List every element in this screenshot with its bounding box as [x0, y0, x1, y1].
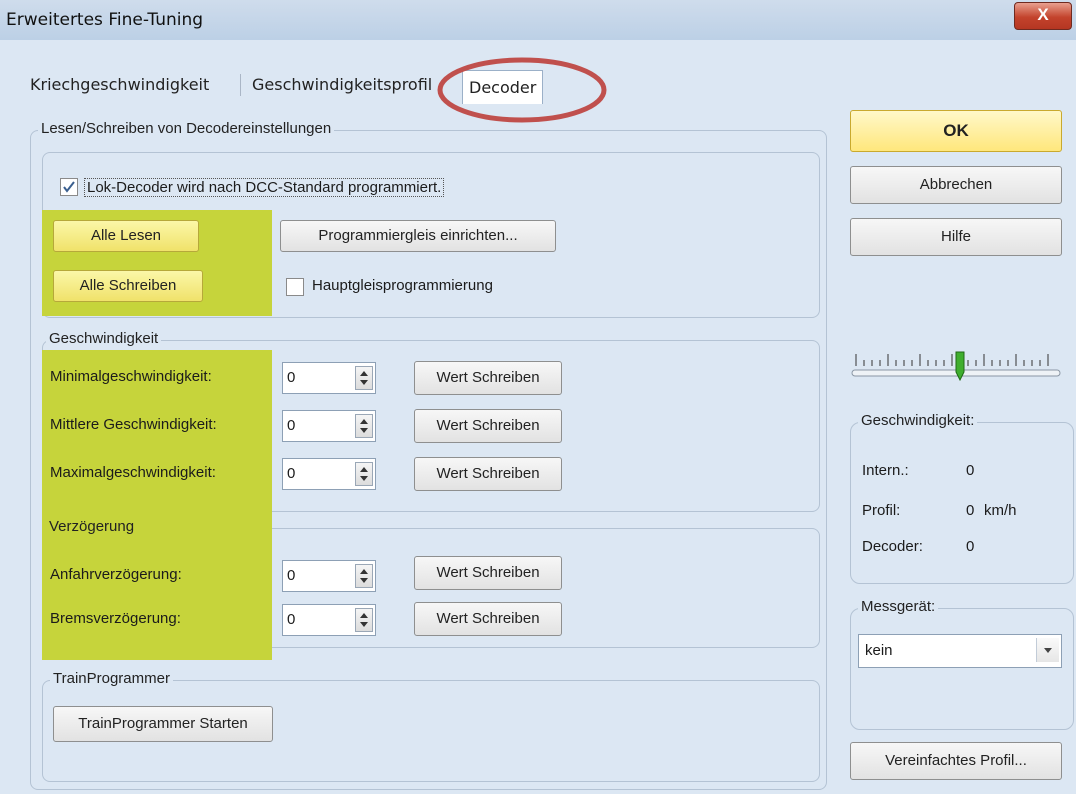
speed-slider[interactable] — [850, 348, 1064, 382]
write-min-speed-button[interactable]: Wert Schreiben — [414, 361, 562, 395]
delay-group-label: Verzögerung — [46, 518, 138, 535]
spin-arrows-icon[interactable] — [355, 366, 373, 390]
brake-delay-spinner[interactable]: 0 — [282, 604, 376, 636]
main-track-checkbox[interactable] — [286, 278, 304, 296]
brake-delay-value: 0 — [287, 611, 296, 628]
speed-group-label: Geschwindigkeit — [46, 330, 162, 347]
min-speed-label: Minimalgeschwindigkeit: — [50, 368, 212, 385]
mid-speed-spinner[interactable]: 0 — [282, 410, 376, 442]
start-trainprogrammer-button[interactable]: TrainProgrammer Starten — [53, 706, 273, 742]
profil-label: Profil: — [862, 502, 901, 519]
checkbox-icon — [63, 181, 75, 193]
dropdown-arrow-icon[interactable] — [1036, 638, 1059, 662]
meter-select[interactable]: kein — [858, 634, 1062, 668]
meter-frame — [850, 608, 1074, 730]
close-icon: X — [1037, 5, 1049, 24]
tab-separator — [240, 74, 241, 96]
ok-button[interactable]: OK — [850, 110, 1062, 152]
setup-programming-track-button[interactable]: Programmiergleis einrichten... — [280, 220, 556, 252]
spin-arrows-icon[interactable] — [355, 608, 373, 632]
profil-value: 0 — [966, 502, 975, 519]
slider-track-icon — [851, 351, 1061, 382]
decoder-value: 0 — [966, 538, 975, 555]
annotation-ellipse — [437, 57, 607, 123]
min-speed-spinner[interactable]: 0 — [282, 362, 376, 394]
read-all-button[interactable]: Alle Lesen — [53, 220, 199, 252]
simplified-profile-button[interactable]: Vereinfachtes Profil... — [850, 742, 1062, 780]
meter-selected-value: kein — [865, 642, 893, 659]
spin-arrows-icon[interactable] — [355, 414, 373, 438]
accel-delay-value: 0 — [287, 567, 296, 584]
brake-delay-label: Bremsverzögerung: — [50, 610, 181, 627]
tab-geschwindigkeitsprofil[interactable]: Geschwindigkeitsprofil — [246, 68, 438, 102]
spin-arrows-icon[interactable] — [355, 564, 373, 588]
trainprogrammer-group-label: TrainProgrammer — [50, 670, 173, 687]
mid-speed-value: 0 — [287, 417, 296, 434]
max-speed-value: 0 — [287, 465, 296, 482]
main-track-label: Hauptgleisprogrammierung — [312, 277, 493, 294]
title-bar: Erweitertes Fine-Tuning X — [0, 0, 1076, 40]
dcc-checkbox[interactable] — [60, 178, 78, 196]
profil-unit: km/h — [984, 502, 1017, 519]
write-accel-delay-button[interactable]: Wert Schreiben — [414, 556, 562, 590]
intern-value: 0 — [966, 462, 975, 479]
dialog-window: Erweitertes Fine-Tuning X Kriechgeschwin… — [0, 0, 1076, 794]
accel-delay-spinner[interactable]: 0 — [282, 560, 376, 592]
rw-group-label: Lesen/Schreiben von Decodereinstellungen — [38, 120, 335, 137]
decoder-label: Decoder: — [862, 538, 923, 555]
tab-kriechgeschwindigkeit[interactable]: Kriechgeschwindigkeit — [24, 68, 215, 102]
mid-speed-label: Mittlere Geschwindigkeit: — [50, 416, 217, 433]
help-button[interactable]: Hilfe — [850, 218, 1062, 256]
write-all-button[interactable]: Alle Schreiben — [53, 270, 203, 302]
write-mid-speed-button[interactable]: Wert Schreiben — [414, 409, 562, 443]
cancel-button[interactable]: Abbrechen — [850, 166, 1062, 204]
spin-arrows-icon[interactable] — [355, 462, 373, 486]
speed-info-label: Geschwindigkeit: — [858, 412, 978, 429]
accel-delay-label: Anfahrverzögerung: — [50, 566, 182, 583]
dcc-checkbox-label[interactable]: Lok-Decoder wird nach DCC-Standard progr… — [84, 178, 445, 197]
max-speed-spinner[interactable]: 0 — [282, 458, 376, 490]
min-speed-value: 0 — [287, 369, 296, 386]
meter-label: Messgerät: — [858, 598, 939, 615]
write-max-speed-button[interactable]: Wert Schreiben — [414, 457, 562, 491]
max-speed-label: Maximalgeschwindigkeit: — [50, 464, 216, 481]
write-brake-delay-button[interactable]: Wert Schreiben — [414, 602, 562, 636]
close-button[interactable]: X — [1014, 2, 1072, 30]
window-title: Erweitertes Fine-Tuning — [6, 10, 204, 30]
intern-label: Intern.: — [862, 462, 909, 479]
